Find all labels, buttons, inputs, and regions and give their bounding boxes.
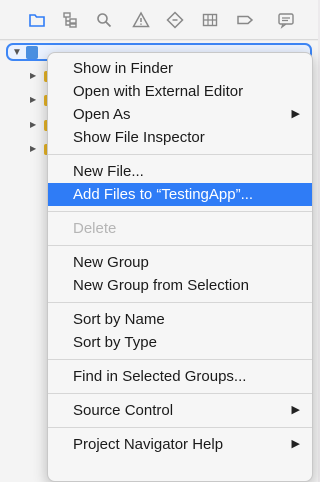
menu-item-new-group[interactable]: New Group <box>48 251 312 274</box>
menu-separator <box>48 427 312 428</box>
menu-item-label: Source Control <box>73 402 174 419</box>
disclosure-arrow-icon[interactable]: ▶ <box>30 71 36 80</box>
menu-item-label: Sort by Name <box>73 311 165 328</box>
menu-item-label: Find in Selected Groups... <box>73 368 247 385</box>
menu-separator <box>48 393 312 394</box>
navigator-toolbar <box>0 0 318 40</box>
menu-item-sort-by-type[interactable]: Sort by Type <box>48 331 312 354</box>
menu-item-open-as[interactable]: Open As ▶ <box>48 103 312 126</box>
menu-item-new-file[interactable]: New File... <box>48 160 312 183</box>
menu-item-find-in-selected-groups[interactable]: Find in Selected Groups... <box>48 365 312 388</box>
menu-item-label: New Group <box>73 254 149 271</box>
speech-bubble-icon[interactable] <box>276 10 296 30</box>
context-menu: Show in Finder Open with External Editor… <box>47 52 313 482</box>
menu-separator <box>48 359 312 360</box>
disclosure-arrow-icon[interactable]: ▶ <box>30 95 36 104</box>
menu-item-label: Show File Inspector <box>73 129 205 146</box>
warning-icon[interactable] <box>131 10 151 30</box>
menu-item-project-navigator-help[interactable]: Project Navigator Help ▶ <box>48 433 312 456</box>
menu-item-label: New File... <box>73 163 144 180</box>
tag-icon[interactable] <box>235 10 255 30</box>
search-icon[interactable] <box>94 10 114 30</box>
disclosure-triangle-icon[interactable]: ▼ <box>12 47 22 58</box>
menu-item-show-file-inspector[interactable]: Show File Inspector <box>48 126 312 149</box>
submenu-arrow-icon: ▶ <box>291 438 300 450</box>
menu-item-label: Add Files to “TestingApp”... <box>73 186 254 203</box>
disclosure-arrow-icon[interactable]: ▶ <box>30 120 36 129</box>
submenu-arrow-icon: ▶ <box>291 108 300 120</box>
menu-separator <box>48 302 312 303</box>
menu-item-source-control[interactable]: Source Control ▶ <box>48 399 312 422</box>
menu-item-label: Open As <box>73 106 131 123</box>
project-navigator: ▼ ▶ ▶ ▶ ▶ Show in Finder Open with Exter… <box>0 0 318 482</box>
menu-item-add-files[interactable]: Add Files to “TestingApp”... <box>48 183 312 206</box>
hierarchy-icon[interactable] <box>60 10 80 30</box>
disclosure-arrow-icon[interactable]: ▶ <box>30 144 36 153</box>
menu-item-show-in-finder[interactable]: Show in Finder <box>48 57 312 80</box>
menu-separator <box>48 211 312 212</box>
menu-item-label: New Group from Selection <box>73 277 249 294</box>
menu-item-new-group-from-selection[interactable]: New Group from Selection <box>48 274 312 297</box>
menu-item-sort-by-name[interactable]: Sort by Name <box>48 308 312 331</box>
grid-icon[interactable] <box>200 10 220 30</box>
menu-item-label: Sort by Type <box>73 334 157 351</box>
menu-item-label: Open with External Editor <box>73 83 244 100</box>
menu-item-delete[interactable]: Delete <box>48 217 312 240</box>
menu-item-label: Show in Finder <box>73 60 174 77</box>
project-file-icon <box>26 46 38 59</box>
menu-separator <box>48 245 312 246</box>
menu-item-label: Project Navigator Help <box>73 436 224 453</box>
menu-separator <box>48 154 312 155</box>
menu-item-open-with-external-editor[interactable]: Open with External Editor <box>48 80 312 103</box>
submenu-arrow-icon: ▶ <box>291 404 300 416</box>
menu-item-label: Delete <box>73 220 117 237</box>
diamond-icon[interactable] <box>165 10 185 30</box>
folder-icon[interactable] <box>27 10 47 30</box>
